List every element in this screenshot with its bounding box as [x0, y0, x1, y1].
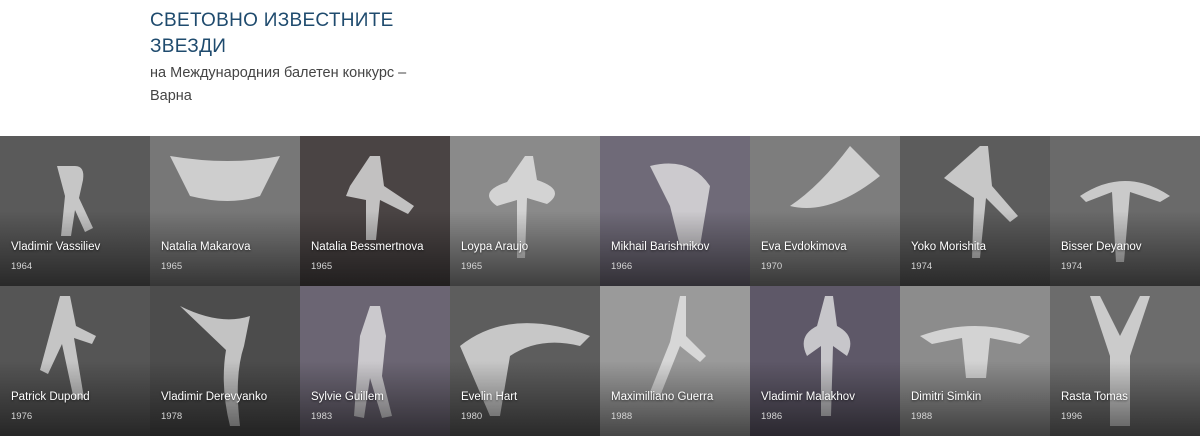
- dancer-year: 1988: [911, 411, 933, 422]
- dancer-name: Bisser Deyanov: [1061, 241, 1142, 253]
- dancer-card[interactable]: Dimitri Simkin 1988: [900, 286, 1050, 436]
- dancer-gallery: Vladimir Vassiliev 1964 Natalia Makarova 19…: [0, 136, 1200, 436]
- dancer-name: Vladimir Vassiliev: [11, 241, 101, 253]
- dancer-name: Mikhail Barishnikov: [611, 241, 710, 253]
- dancer-card[interactable]: Bisser Deyanov 1974: [1050, 136, 1200, 286]
- dancer-card[interactable]: Maximilliano Guerra 1988: [600, 286, 750, 436]
- dancer-name: Patrick Dupond: [11, 391, 90, 403]
- dancer-year: 1986: [761, 411, 783, 422]
- dancer-card[interactable]: Vladimir Malakhov 1986: [750, 286, 900, 436]
- dancer-card[interactable]: Patrick Dupond 1976: [0, 286, 150, 436]
- dancer-name: Sylvie Guillem: [311, 391, 384, 403]
- dancer-card[interactable]: Evelin Hart 1980: [450, 286, 600, 436]
- page-title: СВЕТОВНО ИЗВЕСТНИТЕ ЗВЕЗДИ: [150, 10, 394, 57]
- dancer-card[interactable]: Vladimir Vassiliev 1964: [0, 136, 150, 286]
- dancer-name: Yoko Morishita: [911, 241, 987, 253]
- dancer-card[interactable]: Natalia Bessmertnova 1965: [300, 136, 450, 286]
- dancer-card[interactable]: Mikhail Barishnikov 1966: [600, 136, 750, 286]
- dancer-year: 1974: [1061, 261, 1083, 272]
- dancer-name: Rasta Tomas: [1061, 391, 1128, 403]
- dancer-card[interactable]: Vladimir Derevyanko 1978: [150, 286, 300, 436]
- dancer-card[interactable]: Yoko Morishita 1974: [900, 136, 1050, 286]
- dancer-card[interactable]: Rasta Tomas 1996: [1050, 286, 1200, 436]
- dancer-year: 1965: [161, 261, 183, 272]
- dancer-year: 1974: [911, 261, 933, 272]
- dancer-year: 1970: [761, 261, 783, 272]
- dancer-year: 1988: [611, 411, 633, 422]
- dancer-name: Vladimir Malakhov: [761, 391, 855, 403]
- dancer-year: 1996: [1061, 411, 1083, 422]
- dancer-name: Maximilliano Guerra: [611, 391, 714, 403]
- dancer-name: Natalia Bessmertnova: [311, 241, 424, 253]
- dancer-year: 1976: [11, 411, 33, 422]
- dancer-name: Dimitri Simkin: [911, 391, 982, 403]
- dancer-name: Eva Evdokimova: [761, 241, 847, 253]
- page-header: СВЕТОВНО ИЗВЕСТНИТЕ ЗВЕЗДИ на Международ…: [150, 8, 450, 108]
- dancer-name: Loypa Araujo: [461, 241, 529, 253]
- page-subtitle: на Международния балетен конкурс – Варна: [150, 65, 407, 104]
- dancer-name: Vladimir Derevyanko: [161, 391, 268, 403]
- dancer-year: 1980: [461, 411, 483, 422]
- dancer-card[interactable]: Natalia Makarova 1965: [150, 136, 300, 286]
- dancer-name: Natalia Makarova: [161, 241, 251, 253]
- dancer-year: 1965: [461, 261, 483, 272]
- dancer-year: 1978: [161, 411, 183, 422]
- dancer-year: 1965: [311, 261, 333, 272]
- dancer-card[interactable]: Eva Evdokimova 1970: [750, 136, 900, 286]
- dancer-name: Evelin Hart: [461, 391, 518, 403]
- dancer-card[interactable]: Sylvie Guillem 1983: [300, 286, 450, 436]
- dancer-card[interactable]: Loypa Araujo 1965: [450, 136, 600, 286]
- dancer-year: 1983: [311, 411, 333, 422]
- dancer-year: 1964: [11, 261, 33, 272]
- dancer-year: 1966: [611, 261, 633, 272]
